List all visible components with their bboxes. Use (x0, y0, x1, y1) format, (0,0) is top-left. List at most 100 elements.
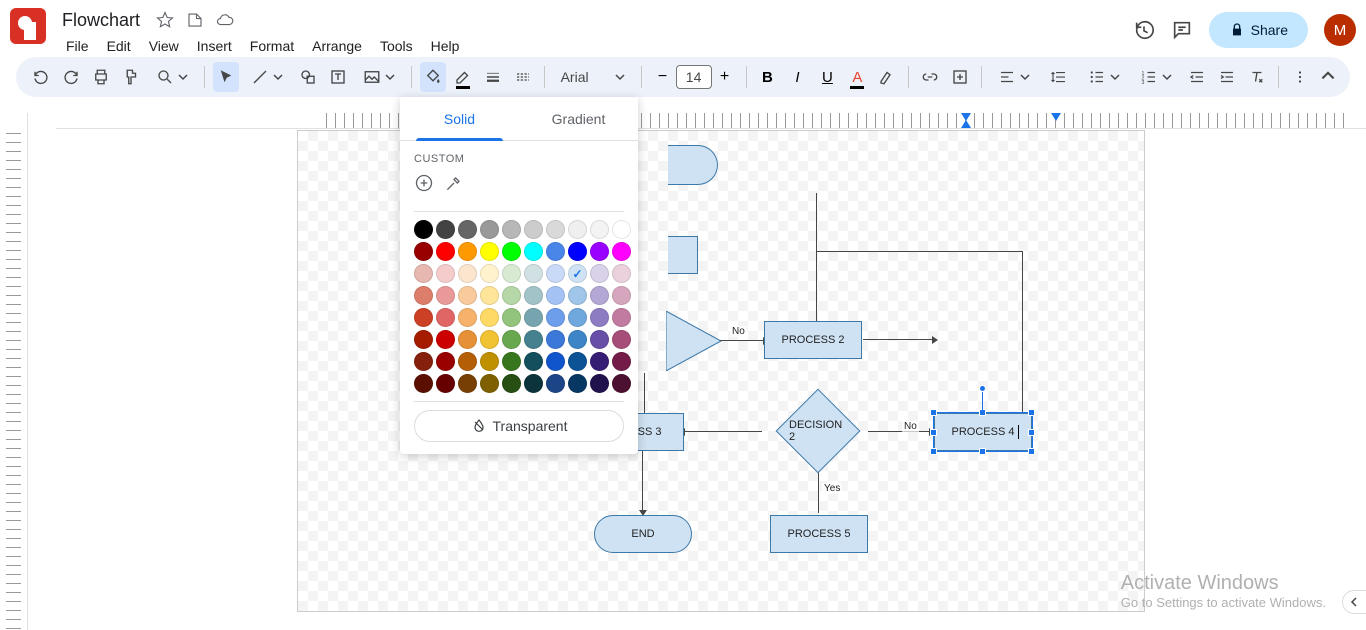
color-swatch[interactable] (414, 308, 433, 327)
color-swatch[interactable] (480, 352, 499, 371)
border-dash-button[interactable] (510, 62, 536, 92)
color-swatch[interactable] (590, 308, 609, 327)
shape-decision2[interactable]: DECISION 2 (776, 389, 861, 474)
color-swatch[interactable] (568, 330, 587, 349)
comments-icon[interactable] (1171, 19, 1193, 41)
paint-format-button[interactable] (118, 62, 144, 92)
line-tool[interactable] (243, 62, 291, 92)
color-swatch[interactable] (590, 330, 609, 349)
color-swatch[interactable] (568, 374, 587, 393)
color-swatch[interactable] (546, 220, 565, 239)
tab-gradient[interactable]: Gradient (519, 97, 638, 140)
color-swatch[interactable] (612, 286, 631, 305)
tab-solid[interactable]: Solid (400, 97, 519, 140)
color-swatch[interactable] (568, 352, 587, 371)
app-icon[interactable] (10, 8, 46, 44)
color-swatch[interactable] (414, 286, 433, 305)
bulleted-list-dropdown[interactable] (1080, 62, 1128, 92)
color-swatch[interactable] (612, 264, 631, 283)
highlight-button[interactable] (874, 62, 900, 92)
border-weight-button[interactable] (480, 62, 506, 92)
selection-handle[interactable] (930, 429, 937, 436)
selection-handle[interactable] (1028, 429, 1035, 436)
color-swatch[interactable] (524, 242, 543, 261)
color-swatch[interactable] (480, 286, 499, 305)
underline-button[interactable]: U (814, 62, 840, 92)
color-swatch[interactable] (546, 374, 565, 393)
transparent-button[interactable]: Transparent (414, 410, 624, 442)
font-dropdown[interactable]: Arial (553, 62, 633, 92)
color-swatch[interactable] (546, 352, 565, 371)
connector[interactable] (720, 340, 764, 341)
connector[interactable] (863, 339, 933, 340)
color-swatch[interactable] (546, 308, 565, 327)
eyedropper-button[interactable] (444, 173, 464, 193)
bold-button[interactable]: B (754, 62, 780, 92)
color-swatch[interactable] (612, 330, 631, 349)
color-swatch[interactable] (590, 286, 609, 305)
color-swatch[interactable] (590, 220, 609, 239)
color-swatch[interactable] (568, 264, 587, 283)
color-swatch[interactable] (458, 220, 477, 239)
menu-view[interactable]: View (141, 34, 187, 58)
color-swatch[interactable] (414, 242, 433, 261)
shape-end[interactable]: END (594, 515, 692, 553)
connector[interactable] (1022, 251, 1023, 417)
color-swatch[interactable] (546, 242, 565, 261)
menu-edit[interactable]: Edit (99, 34, 139, 58)
color-swatch[interactable] (414, 374, 433, 393)
doc-title[interactable]: Flowchart (58, 9, 144, 32)
selection-handle[interactable] (1028, 409, 1035, 416)
color-swatch[interactable] (502, 374, 521, 393)
select-tool[interactable] (213, 62, 239, 92)
color-swatch[interactable] (524, 308, 543, 327)
color-swatch[interactable] (480, 242, 499, 261)
shape-tool[interactable] (295, 62, 321, 92)
connector[interactable] (642, 449, 643, 511)
color-swatch[interactable] (502, 330, 521, 349)
insert-comment-button[interactable] (947, 62, 973, 92)
star-icon[interactable] (156, 11, 174, 29)
color-swatch[interactable] (502, 286, 521, 305)
color-swatch[interactable] (436, 374, 455, 393)
color-swatch[interactable] (436, 308, 455, 327)
avatar[interactable]: M (1324, 14, 1356, 46)
color-swatch[interactable] (612, 308, 631, 327)
cloud-icon[interactable] (216, 11, 234, 29)
fill-color-button[interactable] (420, 62, 446, 92)
indent-decrease-button[interactable] (1184, 62, 1210, 92)
shape-rounded-partial[interactable] (668, 145, 718, 185)
more-button[interactable] (1287, 62, 1313, 92)
shape-rect-partial[interactable] (668, 236, 698, 274)
color-swatch[interactable] (546, 330, 565, 349)
connector[interactable] (868, 431, 930, 432)
color-swatch[interactable] (502, 242, 521, 261)
color-swatch[interactable] (568, 242, 587, 261)
insert-link-button[interactable] (917, 62, 943, 92)
history-icon[interactable] (1133, 19, 1155, 41)
menu-format[interactable]: Format (242, 34, 302, 58)
color-swatch[interactable] (436, 352, 455, 371)
ruler-indent-end[interactable] (1051, 113, 1061, 121)
color-swatch[interactable] (590, 242, 609, 261)
connector[interactable] (644, 373, 645, 417)
shape-process2[interactable]: PROCESS 2 (764, 321, 862, 359)
border-color-button[interactable] (450, 62, 476, 92)
zoom-dropdown[interactable] (148, 62, 196, 92)
selection-handle[interactable] (979, 448, 986, 455)
print-button[interactable] (88, 62, 114, 92)
align-dropdown[interactable] (990, 62, 1038, 92)
color-swatch[interactable] (502, 352, 521, 371)
color-swatch[interactable] (436, 264, 455, 283)
shape-decision-partial[interactable] (666, 311, 726, 371)
color-swatch[interactable] (502, 308, 521, 327)
color-swatch[interactable] (414, 330, 433, 349)
color-swatch[interactable] (458, 286, 477, 305)
color-swatch[interactable] (590, 352, 609, 371)
connector[interactable] (684, 431, 762, 432)
color-swatch[interactable] (546, 286, 565, 305)
font-size-decrease[interactable]: − (650, 64, 676, 90)
color-swatch[interactable] (414, 220, 433, 239)
color-swatch[interactable] (458, 242, 477, 261)
side-panel-expand[interactable] (1342, 590, 1366, 614)
